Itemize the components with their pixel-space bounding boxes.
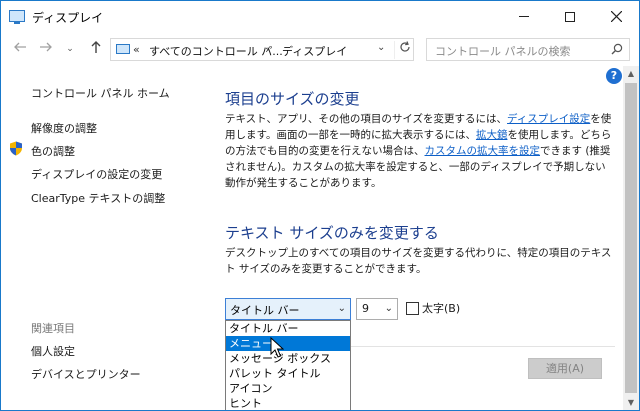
control-panel-icon [116,44,130,54]
breadcrumb-separator-icon[interactable]: › [265,43,269,56]
dropdown-option[interactable]: ヒント [226,396,350,410]
search-icon[interactable] [611,43,623,55]
sidebar-link-control-panel-home[interactable]: コントロール パネル ホーム [31,85,170,101]
font-size-select[interactable]: 9 ⌄ [356,298,398,320]
maximize-icon [565,11,575,22]
mouse-cursor-icon [270,337,284,358]
sidebar-link-color[interactable]: 色の調整 [31,143,75,159]
address-bar[interactable]: « すべてのコントロール パ... › ディスプレイ ⌄ [110,38,414,61]
text-size-description: デスクトップ上のすべての項目のサイズを変更する代わりに、特定の項目のテキスト サ… [225,247,612,275]
related-heading: 関連項目 [31,322,75,335]
breadcrumb-display[interactable]: ディスプレイ [282,43,347,59]
scroll-down-icon[interactable]: ▼ [623,395,639,410]
item-select[interactable]: タイトル バー ⌄ [225,298,351,320]
refresh-icon [399,41,410,52]
sidebar-link-cleartype[interactable]: ClearType テキストの調整 [31,190,165,206]
forward-button[interactable] [37,40,55,58]
dropdown-option[interactable]: パレット タイトル [226,366,350,381]
close-button[interactable] [593,1,639,32]
display-app-icon [9,10,25,24]
recent-locations-button[interactable]: ⌄ [61,40,79,58]
search-box[interactable]: コントロール パネルの検索 [426,38,630,61]
chevron-down-icon: ⌄ [337,303,346,314]
search-placeholder: コントロール パネルの検索 [435,45,571,58]
title-bar: ディスプレイ [1,1,639,32]
display-settings-link[interactable]: ディスプレイ設定 [507,113,590,125]
resize-items-description: テキスト、アプリ、その他の項目のサイズを変更するには、ディスプレイ設定を使用しま… [225,111,615,191]
up-button[interactable] [87,40,105,58]
address-overflow[interactable]: « [133,43,140,56]
apply-button[interactable]: 適用(A) [528,358,602,379]
scroll-up-icon[interactable]: ▲ [623,66,639,82]
uac-shield-icon [10,141,22,156]
dropdown-option[interactable]: メッセージ ボックス [226,351,350,366]
custom-scaling-link[interactable]: カスタムの拡大率を設定 [425,145,541,157]
scroll-thumb[interactable] [625,83,637,393]
up-arrow-icon [91,41,101,53]
refresh-button[interactable] [394,41,414,59]
bold-checkbox-label[interactable]: 太字(B) [422,300,460,316]
magnifier-link[interactable]: 拡大鏡 [476,129,508,141]
bold-checkbox[interactable] [406,302,419,315]
back-arrow-icon [14,42,26,52]
minimize-icon [519,16,529,17]
sidebar-link-display-settings[interactable]: ディスプレイの設定の変更 [31,166,162,182]
sidebar-link-resolution[interactable]: 解像度の調整 [31,120,97,136]
sidebar-link-devices-printers[interactable]: デバイスとプリンター [31,366,141,382]
item-select-value: タイトル バー [230,304,300,317]
close-icon [610,11,622,22]
forward-arrow-icon [40,42,52,52]
breadcrumb-all-control-panel[interactable]: すべてのコントロール パ... [149,43,283,59]
display-window: ディスプレイ ⌄ « すべてのコントロール パ... › ディスプレイ ⌄ コン… [0,0,640,411]
font-size-value: 9 [362,302,369,315]
vertical-scrollbar[interactable]: ▲ ▼ [623,66,639,410]
maximize-button[interactable] [547,1,593,32]
chevron-down-icon: ⌄ [384,303,393,314]
dropdown-option[interactable]: タイトル バー [226,321,350,336]
window-title: ディスプレイ [32,11,104,25]
minimize-button[interactable] [501,1,547,32]
help-icon[interactable]: ? [606,68,622,84]
navigation-bar: ⌄ « すべてのコントロール パ... › ディスプレイ ⌄ コントロール パネ… [1,32,639,66]
dropdown-option[interactable]: アイコン [226,381,350,396]
resize-items-heading: 項目のサイズの変更 [225,90,360,108]
text-size-heading: テキスト サイズのみを変更する [225,224,439,242]
resize-text-a: テキスト、アプリ、その他の項目のサイズを変更するには、 [225,113,508,125]
back-button[interactable] [11,40,29,58]
address-dropdown-icon[interactable]: ⌄ [377,42,385,53]
dropdown-option[interactable]: メニュー [226,336,350,351]
sidebar-link-personalization[interactable]: 個人設定 [31,343,75,359]
item-dropdown-list: タイトル バー メニュー メッセージ ボックス パレット タイトル アイコン ヒ… [225,320,351,410]
